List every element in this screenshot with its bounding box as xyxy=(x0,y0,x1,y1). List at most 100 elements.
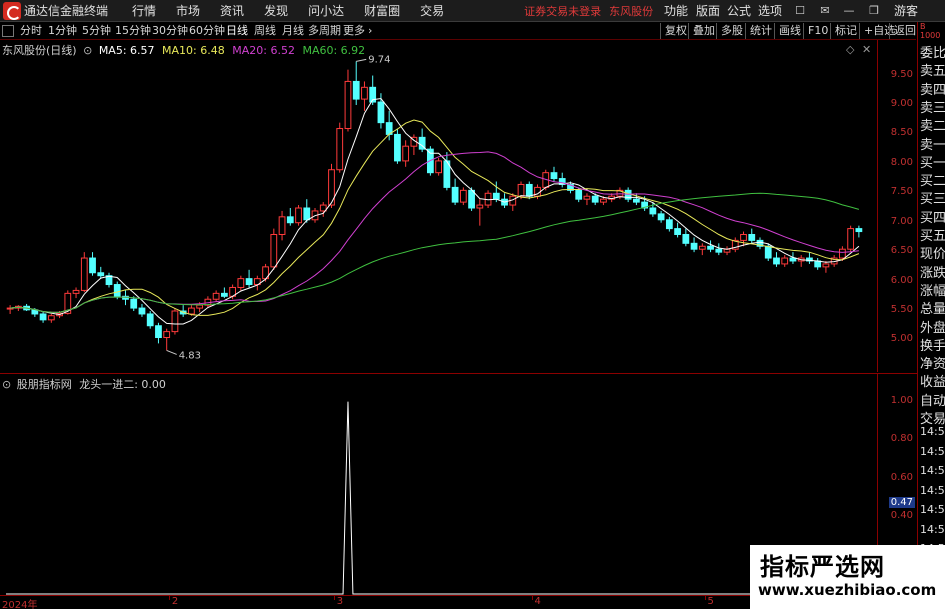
indicator-tick-label: 0.80 xyxy=(890,433,913,445)
candlestick-chart[interactable]: 东风股份(日线) ⊙ MA5: 6.57 MA10: 6.48 MA20: 6.… xyxy=(0,40,877,372)
adjust-button[interactable]: 复权 xyxy=(660,23,687,39)
menu-item-market[interactable]: 行情 xyxy=(122,0,166,22)
candle-body xyxy=(855,228,863,233)
candle-body xyxy=(402,145,410,162)
candle-body xyxy=(352,80,360,100)
date-axis: 2024年23456 xyxy=(0,595,877,609)
date-tick-mark xyxy=(168,596,170,600)
period-monthly[interactable]: 月线 xyxy=(282,23,304,39)
draw-line-button[interactable]: 画线 xyxy=(774,23,801,39)
period-60min[interactable]: 60分钟 xyxy=(189,23,225,39)
menu-item-exchange[interactable]: 市场 xyxy=(166,0,210,22)
candle-body xyxy=(295,207,302,224)
period-more[interactable]: 更多 xyxy=(343,23,365,39)
candle-body xyxy=(196,304,204,309)
period-multi[interactable]: 多周期 xyxy=(308,23,341,39)
candle-body xyxy=(80,257,88,291)
period-30min[interactable]: 30分钟 xyxy=(152,23,188,39)
indicator-chart[interactable]: ⊙ 股朋指标网 龙头一进二: 0.00 xyxy=(0,373,877,595)
back-button[interactable]: 返回 xyxy=(889,23,916,39)
minimize-icon[interactable]: — xyxy=(841,3,857,19)
menu-item-discover[interactable]: 发现 xyxy=(254,0,298,22)
menu-item-trade[interactable]: 交易 xyxy=(410,0,454,22)
candle-body xyxy=(72,289,80,294)
period-daily[interactable]: 日线 xyxy=(226,23,248,39)
candle-body xyxy=(600,198,607,203)
candle-body xyxy=(394,133,401,162)
menu-function[interactable]: 功能 xyxy=(664,0,688,22)
side-trade-time: 14:56 xyxy=(920,425,945,438)
menu-item-ask[interactable]: 问小达 xyxy=(298,0,354,22)
price-tick-label: 7.50 xyxy=(890,186,913,198)
candle-body xyxy=(748,233,756,241)
mail-icon[interactable]: ✉ xyxy=(817,3,833,19)
mark-button[interactable]: 标记 xyxy=(830,23,857,39)
ma60-line xyxy=(10,192,860,313)
side-trade-time: 14:56 xyxy=(920,464,945,477)
quote-side-panel: B 1000 委比 卖五 卖四 卖三 卖二 卖一 买一 买二 买三 买四 买五 现价 涨跌 涨幅 总量 外盘 换手… xyxy=(917,22,945,609)
date-tick-mark xyxy=(531,596,533,600)
side-trade-time: 14:56 xyxy=(920,522,945,536)
side-trade-time: 14:56 xyxy=(920,444,945,458)
candle-body xyxy=(237,278,245,288)
menu-formula[interactable]: 公式 xyxy=(727,0,751,22)
multi-stock-button[interactable]: 多股 xyxy=(716,23,743,39)
side-field-label[interactable]: 自动 xyxy=(920,390,945,409)
ma5-line xyxy=(10,97,860,325)
menu-layout[interactable]: 版面 xyxy=(696,0,720,22)
period-weekly[interactable]: 周线 xyxy=(254,23,276,39)
chat-icon[interactable]: ☐ xyxy=(792,3,808,19)
login-status[interactable]: 证券交易未登录 xyxy=(524,3,601,19)
candle-body xyxy=(377,101,385,124)
candle-body xyxy=(435,160,443,174)
candle-body xyxy=(839,248,846,259)
price-tick-label: 8.50 xyxy=(890,127,913,139)
candle-body xyxy=(97,272,105,277)
menu-bar: 通达信金融终端 行情 市场 资讯 发现 问小达 财富圈 交易 证券交易未登录 东… xyxy=(0,0,945,22)
side-field-label: 换手 xyxy=(920,338,945,354)
price-tick-label: 5.50 xyxy=(890,304,913,316)
period-15min[interactable]: 15分钟 xyxy=(115,23,151,39)
indicator-tick-label: 0.40 xyxy=(890,510,913,522)
candle-body xyxy=(764,245,772,259)
restore-icon[interactable]: ❐ xyxy=(866,3,882,19)
side-top-label: B 1000 xyxy=(920,22,941,40)
app-title: 通达信金融终端 xyxy=(24,4,109,18)
candle-body xyxy=(468,189,475,209)
candle-body xyxy=(822,263,830,268)
period-timeshare[interactable]: 分时 xyxy=(20,23,42,39)
candle-body xyxy=(451,186,459,203)
main-legend: 东风股份(日线) ⊙ MA5: 6.57 MA10: 6.48 MA20: 6.… xyxy=(2,42,365,58)
candle-body xyxy=(698,245,706,250)
stats-button[interactable]: 统计 xyxy=(745,23,772,39)
menu-item-wealth[interactable]: 财富圈 xyxy=(354,0,410,22)
user-label[interactable]: 游客 xyxy=(894,0,918,22)
f10-button[interactable]: F10 xyxy=(803,23,828,39)
menu-options[interactable]: 选项 xyxy=(758,0,782,22)
candle-body xyxy=(336,128,344,171)
side-field-label: 总量 xyxy=(920,302,945,318)
candle-body xyxy=(476,204,484,209)
period-5min[interactable]: 5分钟 xyxy=(82,23,111,39)
candle-body xyxy=(361,86,368,100)
candle-body xyxy=(682,233,690,244)
period-1min[interactable]: 1分钟 xyxy=(48,23,77,39)
price-tick-label: 6.50 xyxy=(890,245,913,257)
period-toolbar: 分时 1分钟 5分钟 15分钟 30分钟 60分钟 日线 周线 月线 多周期 更… xyxy=(0,22,916,40)
settings-icon[interactable]: ⊙ xyxy=(83,44,92,57)
candle-body xyxy=(278,216,286,235)
app-logo-icon xyxy=(3,1,21,20)
sub-legend: ⊙ 股朋指标网 龙头一进二: 0.00 xyxy=(2,376,166,392)
chevron-right-icon[interactable]: › xyxy=(368,23,372,39)
settings-icon[interactable]: ⊙ xyxy=(2,378,11,391)
collapse-icon[interactable] xyxy=(2,25,14,37)
close-icon[interactable]: ✕ xyxy=(862,43,871,56)
candle-body xyxy=(286,216,294,224)
overlay-button[interactable]: 叠加 xyxy=(688,23,715,39)
diamond-icon[interactable]: ◇ xyxy=(846,43,854,56)
side-field-label: 委比 xyxy=(920,46,945,61)
side-field-label: 卖五 xyxy=(920,64,945,80)
menu-item-news[interactable]: 资讯 xyxy=(210,0,254,22)
candle-body xyxy=(674,228,681,235)
side-field-label: 卖二 xyxy=(920,119,945,135)
